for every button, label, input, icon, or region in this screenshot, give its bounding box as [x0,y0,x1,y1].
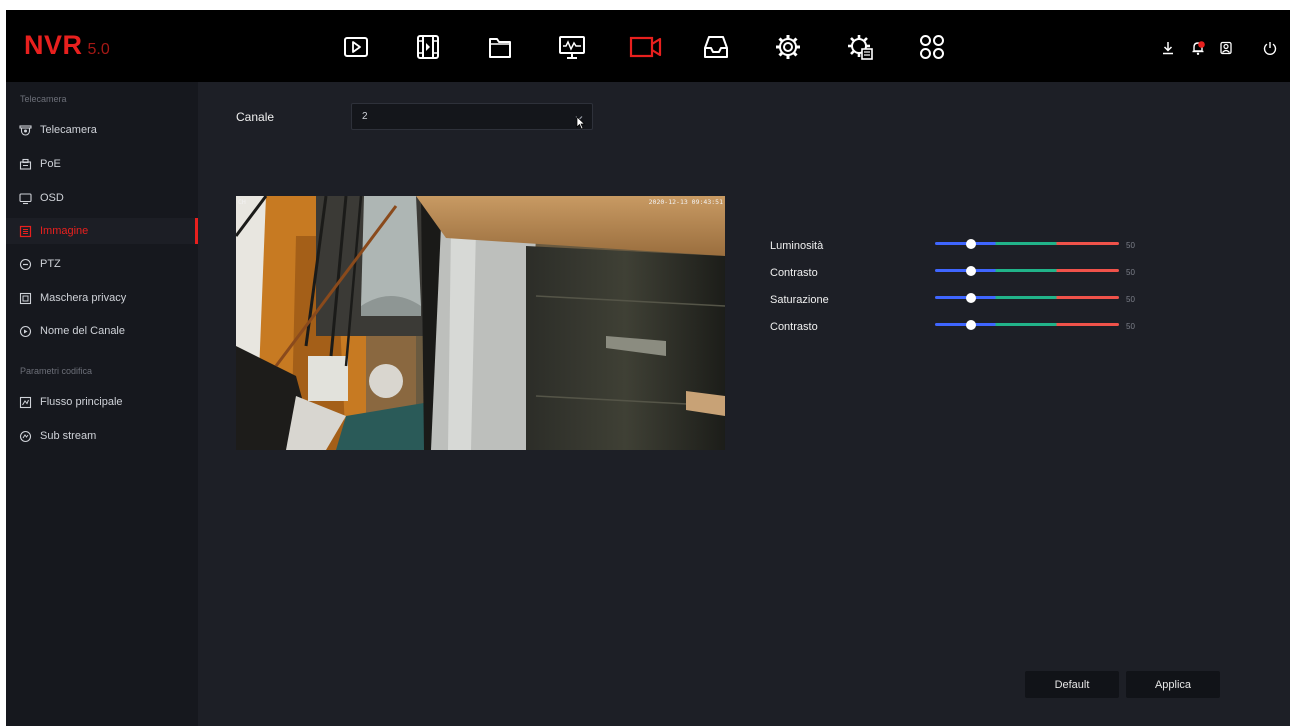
camera-icon[interactable] [628,31,664,63]
default-button[interactable]: Default [1025,671,1119,698]
channel-name-icon [19,325,32,338]
sidebar-item-osd[interactable]: OSD [6,185,198,211]
slider-thumb[interactable] [966,319,977,330]
sidebar-item-label: Telecamera [40,124,97,136]
saturation-slider[interactable] [935,292,1119,303]
sidebar-item-label: OSD [40,192,64,204]
download-icon[interactable] [1160,40,1176,56]
sidebar-item-immagine[interactable]: Immagine [6,218,198,244]
top-bar: NVR 5.0 [6,10,1290,82]
main-stream-icon [19,396,32,409]
file-icon[interactable] [484,31,516,63]
brightness-slider[interactable] [935,238,1119,249]
settings-gear-icon[interactable] [772,31,804,63]
slider-thumb[interactable] [966,238,977,249]
sidebar-item-label: Nome del Canale [40,325,125,337]
sidebar-item-telecamera[interactable]: Telecamera [6,117,198,143]
sidebar-section-encoding: Parametri codifica [20,366,93,376]
power-icon[interactable] [1262,40,1278,56]
preview-channel-tag: CH [238,198,246,206]
camera-preview: CH 2020-12-13 09:43:51 [236,196,725,450]
sub-stream-icon [19,430,32,443]
advanced-settings-icon[interactable] [844,31,876,63]
brand-logo: NVR 5.0 [24,30,110,61]
apps-grid-icon[interactable] [916,31,948,63]
sidebar-item-privacy-mask[interactable]: Maschera privacy [6,285,198,311]
video-clip-icon[interactable] [412,31,444,63]
sidebar-item-label: PTZ [40,258,61,270]
image-icon [19,225,32,238]
brand-version: 5.0 [87,41,110,58]
sidebar-item-label: Immagine [40,225,89,237]
brand-name: NVR [24,30,83,60]
channel-select-value: 2 [362,111,368,122]
sidebar-item-sub-stream[interactable]: Sub stream [6,423,198,449]
preview-image [236,196,725,450]
slider-thumb[interactable] [966,265,977,276]
monitor-icon [19,192,32,205]
mouse-pointer-icon [576,116,586,130]
slider-thumb[interactable] [966,292,977,303]
sidebar-item-ptz[interactable]: PTZ [6,251,198,277]
brightness-label: Luminosità [770,240,824,252]
sidebar-item-main-stream[interactable]: Flusso principale [6,389,198,415]
sidebar-section-camera: Telecamera [20,94,67,104]
poe-icon [19,158,32,171]
contrast2-label: Contrasto [770,321,818,333]
contrast-value: 50 [1126,268,1135,277]
contrast-label: Contrasto [770,267,818,279]
sidebar-item-label: PoE [40,158,61,170]
brightness-value: 50 [1126,241,1135,250]
playback-icon[interactable] [340,31,372,63]
channel-select[interactable]: 2 [351,103,593,130]
user-icon[interactable] [1218,40,1234,56]
preview-timestamp: 2020-12-13 09:43:51 [648,198,723,206]
contrast2-slider[interactable] [935,319,1119,330]
apply-button[interactable]: Applica [1126,671,1220,698]
saturation-label: Saturazione [770,294,829,306]
storage-icon[interactable] [700,31,732,63]
contrast2-value: 50 [1126,322,1135,331]
sidebar-item-label: Sub stream [40,430,97,442]
privacy-mask-icon [19,292,32,305]
contrast-slider[interactable] [935,265,1119,276]
alarm-bell-icon[interactable] [1190,40,1206,56]
sidebar-item-label: Flusso principale [40,396,123,408]
saturation-value: 50 [1126,295,1135,304]
sidebar: Telecamera Telecamera PoE OSD Immagine P… [6,82,198,726]
system-monitor-icon[interactable] [556,31,588,63]
nvr-window: NVR 5.0 Telecamera Telecamera PoE OSD Im… [6,10,1290,726]
ptz-icon [19,258,32,271]
sidebar-item-label: Maschera privacy [40,292,127,304]
sidebar-item-poe[interactable]: PoE [6,151,198,177]
channel-label: Canale [236,110,275,124]
camera-dome-icon [19,124,32,137]
sidebar-item-channel-name[interactable]: Nome del Canale [6,318,198,344]
